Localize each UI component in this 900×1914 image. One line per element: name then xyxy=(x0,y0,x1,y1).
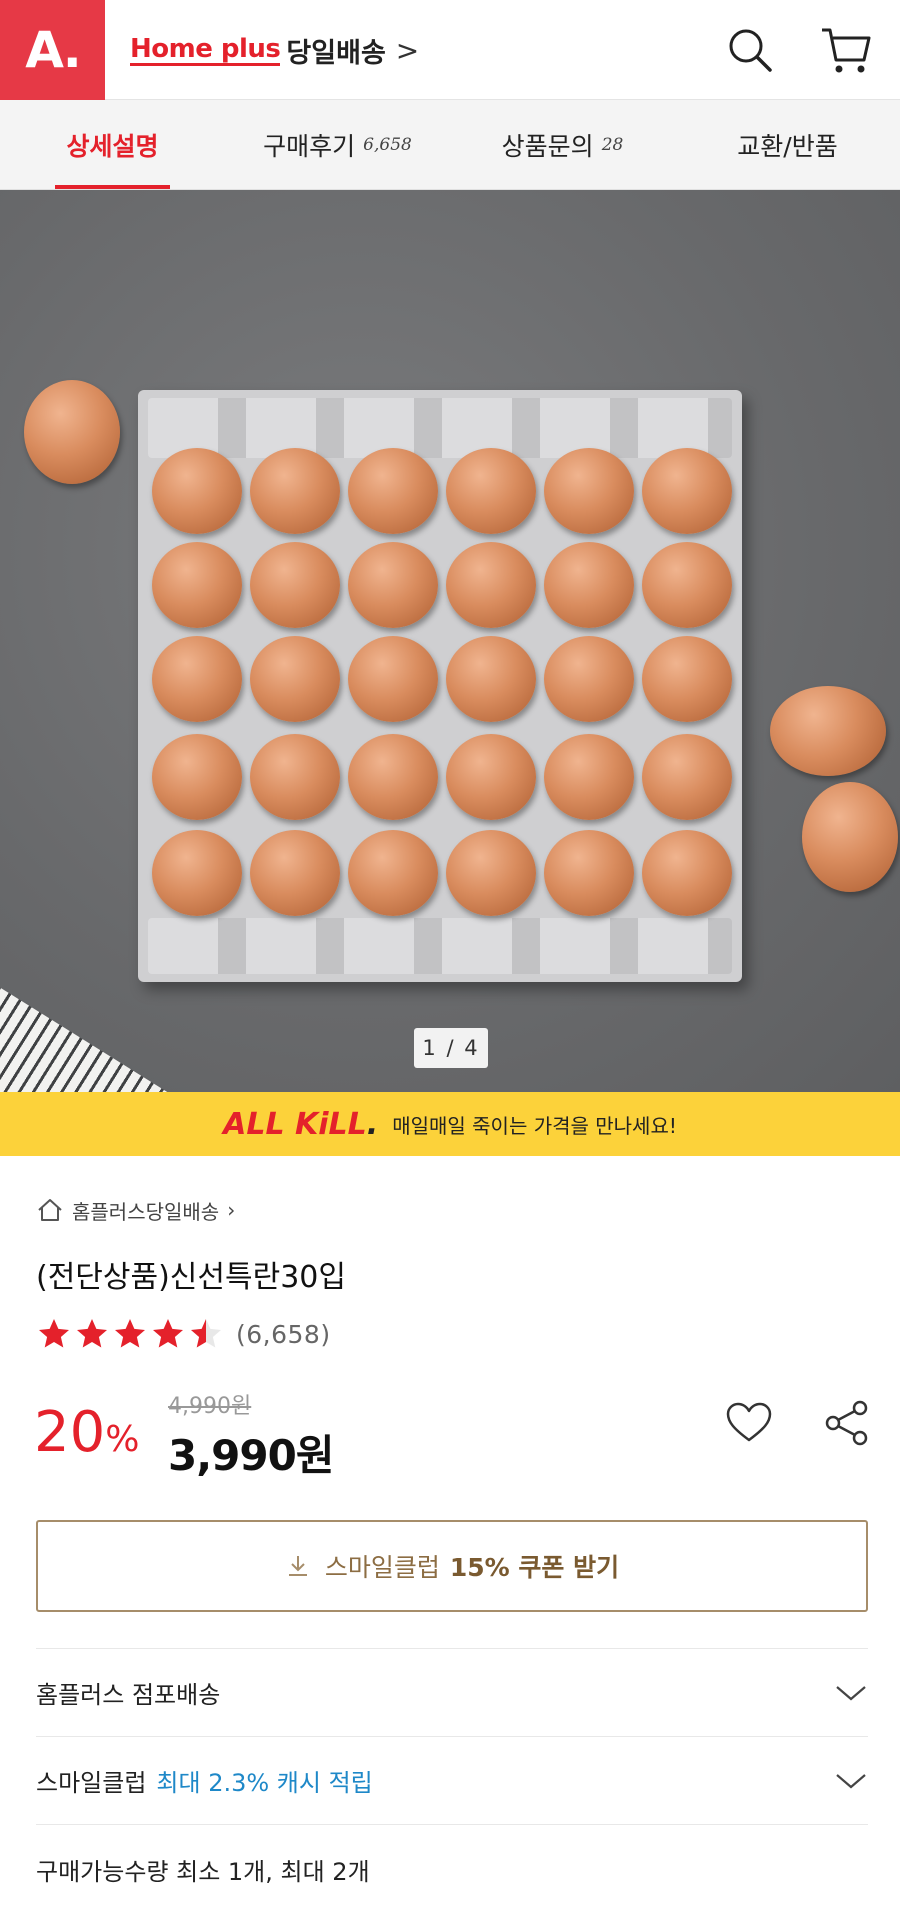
delivery-label: 홈플러스 점포배송 xyxy=(36,1681,221,1709)
egg xyxy=(642,448,732,534)
chevron-down-icon xyxy=(836,1773,866,1788)
chevron-right-icon: › xyxy=(227,1198,236,1222)
smileclub-cash-row[interactable]: 스마일클럽 최대 2.3% 캐시 적립 xyxy=(36,1736,868,1824)
egg xyxy=(446,542,536,628)
coupon-download-button[interactable]: 스마일클럽 15% 쿠폰 받기 xyxy=(36,1520,868,1612)
egg xyxy=(250,636,340,722)
breadcrumb[interactable]: 홈플러스당일배송 › xyxy=(36,1192,235,1228)
coupon-label: 스마일클럽 xyxy=(324,1553,440,1582)
egg xyxy=(250,830,340,916)
tab-qna[interactable]: 상품문의 28 xyxy=(450,100,675,189)
egg xyxy=(348,542,438,628)
star-icon xyxy=(115,1319,145,1348)
home-icon xyxy=(38,1199,62,1221)
tab-details[interactable]: 상세설명 xyxy=(0,100,225,189)
homeplus-logo: Home plus xyxy=(130,33,281,66)
share-icon[interactable] xyxy=(822,1398,872,1448)
image-pager: 1 / 4 xyxy=(414,1028,488,1068)
chevron-right-icon: > xyxy=(395,33,420,67)
egg xyxy=(544,734,634,820)
egg xyxy=(446,636,536,722)
egg xyxy=(544,448,634,534)
purchase-limit-label: 구매가능수량 최소 1개, 최대 2개 xyxy=(36,1858,370,1886)
auction-logo[interactable]: A. xyxy=(0,0,105,100)
egg xyxy=(348,448,438,534)
tab-exchange-return[interactable]: 교환/반품 xyxy=(675,100,900,189)
original-price: 4,990원 xyxy=(168,1394,252,1419)
star-icon xyxy=(153,1319,183,1348)
egg xyxy=(250,542,340,628)
search-icon[interactable] xyxy=(722,22,778,78)
egg xyxy=(348,734,438,820)
star-icon xyxy=(39,1319,69,1348)
egg xyxy=(446,448,536,534)
egg xyxy=(802,782,898,892)
product-image-gallery[interactable]: 1 / 4 xyxy=(0,190,900,1092)
review-count-badge: 6,658 xyxy=(363,134,412,155)
sale-price: 3,990원 xyxy=(168,1431,334,1480)
egg xyxy=(446,734,536,820)
product-title: (전단상품)신선특란30입 xyxy=(36,1260,346,1295)
egg xyxy=(544,830,634,916)
discount-rate: 20% xyxy=(34,1400,140,1465)
cart-icon[interactable] xyxy=(818,22,874,78)
egg xyxy=(544,636,634,722)
heart-icon[interactable] xyxy=(724,1398,774,1448)
tab-reviews[interactable]: 구매후기 6,658 xyxy=(225,100,450,189)
egg xyxy=(348,830,438,916)
egg xyxy=(642,734,732,820)
allkill-logo: ALL KiLL. xyxy=(223,1106,379,1142)
star-icon xyxy=(77,1319,107,1348)
egg xyxy=(348,636,438,722)
app-header: A. Home plus 당일배송 > xyxy=(0,0,900,100)
download-icon xyxy=(288,1556,307,1576)
egg xyxy=(642,830,732,916)
egg xyxy=(770,686,886,776)
star-rating[interactable]: (6,658) xyxy=(36,1316,331,1352)
egg xyxy=(642,542,732,628)
brand-service-label: 당일배송 xyxy=(286,37,386,69)
delivery-row[interactable]: 홈플러스 점포배송 xyxy=(36,1648,868,1736)
egg xyxy=(152,636,242,722)
smileclub-cash-highlight: 최대 2.3% 캐시 적립 xyxy=(156,1769,373,1797)
egg xyxy=(152,448,242,534)
smileclub-label: 스마일클럽 xyxy=(36,1769,147,1797)
store-selector[interactable]: Home plus 당일배송 > xyxy=(130,28,419,72)
qna-count-badge: 28 xyxy=(601,134,624,155)
purchase-limit-row: 구매가능수량 최소 1개, 최대 2개 xyxy=(36,1824,868,1914)
egg xyxy=(152,734,242,820)
egg xyxy=(642,636,732,722)
egg xyxy=(250,448,340,534)
egg xyxy=(152,542,242,628)
allkill-text: 매일매일 죽이는 가격을 만나세요! xyxy=(392,1113,677,1138)
allkill-banner[interactable]: ALL KiLL. 매일매일 죽이는 가격을 만나세요! xyxy=(0,1092,900,1156)
review-count: (6,658) xyxy=(236,1319,331,1349)
breadcrumb-label: 홈플러스당일배송 xyxy=(72,1199,220,1224)
egg xyxy=(152,830,242,916)
star-half-icon xyxy=(191,1319,221,1348)
egg xyxy=(250,734,340,820)
egg xyxy=(24,380,120,484)
egg xyxy=(446,830,536,916)
coupon-highlight: 15% 쿠폰 받기 xyxy=(449,1553,620,1582)
product-tabs: 상세설명 구매후기 6,658 상품문의 28 교환/반품 xyxy=(0,100,900,190)
chevron-down-icon xyxy=(836,1685,866,1700)
egg xyxy=(544,542,634,628)
